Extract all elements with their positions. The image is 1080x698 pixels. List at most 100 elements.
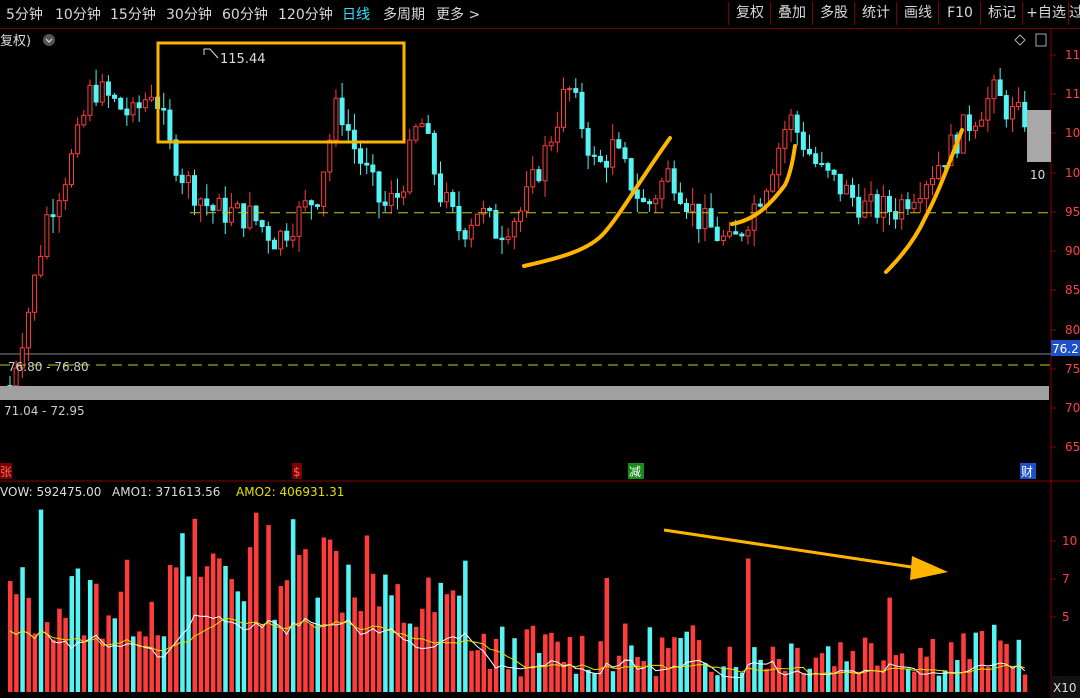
multi-stock-button[interactable]: 多股 (812, 2, 855, 25)
candle-body (800, 131, 806, 150)
candle-body (259, 220, 265, 228)
candle-body (204, 198, 210, 207)
candle-body (265, 226, 271, 241)
candles-group (7, 68, 1028, 395)
mark-button[interactable]: 标记 (980, 2, 1023, 25)
volume-bar (955, 660, 960, 692)
candle-body (850, 184, 856, 198)
volume-bar (856, 671, 862, 692)
volume-bar (413, 626, 419, 692)
volume-bar (426, 577, 431, 692)
volume-bar (869, 643, 874, 692)
candle-body (579, 91, 585, 130)
volume-bar (383, 574, 388, 692)
price-tick-label: 90 (1065, 244, 1080, 258)
candle-body (112, 94, 118, 99)
price-tick-label: 70 (1065, 401, 1080, 415)
stats-button[interactable]: 统计 (854, 2, 897, 25)
volume-bar (592, 673, 597, 692)
volume-bar (14, 594, 19, 692)
candle-body (782, 129, 788, 149)
candle-body (345, 124, 351, 131)
candle-body (542, 145, 548, 182)
candle-body (720, 235, 726, 242)
candle-body (573, 88, 579, 93)
candle-body (192, 175, 197, 206)
candle-body (130, 102, 136, 116)
draw-button[interactable]: 画线 (896, 2, 939, 25)
period-multi[interactable]: 多周期 (383, 4, 425, 24)
candle-body (628, 158, 634, 191)
volume-bar (284, 580, 290, 692)
volume-bar (229, 579, 234, 692)
price-tick-label: 85 (1065, 283, 1080, 297)
candle-body (431, 132, 437, 175)
volume-bar (81, 635, 87, 692)
volume-bar (210, 553, 216, 692)
candle-body (917, 198, 923, 203)
period-more[interactable]: 更多 > (436, 4, 480, 24)
add-watchlist-button[interactable]: +自选 (1022, 2, 1069, 25)
period-daily[interactable]: 日线 (342, 4, 370, 24)
event-marker-jian[interactable]: 减 (629, 465, 641, 479)
event-marker-zhang[interactable]: 张 (0, 465, 12, 479)
period-60min[interactable]: 60分钟 (222, 4, 268, 24)
window-icon[interactable] (1035, 33, 1047, 47)
volume-bar (260, 623, 265, 692)
candle-body (696, 203, 702, 230)
candle-body (561, 88, 566, 128)
candle-body (973, 125, 979, 132)
candle-body (401, 191, 407, 198)
volume-bar (930, 638, 935, 692)
candle-body (38, 255, 44, 276)
candle-body (856, 196, 862, 218)
period-10min[interactable]: 10分钟 (55, 4, 101, 24)
period-30min[interactable]: 30分钟 (166, 4, 212, 24)
volume-bar (358, 611, 364, 692)
fuquan-button[interactable]: 复权 (728, 2, 771, 25)
period-15min[interactable]: 15分钟 (110, 4, 156, 24)
stock-chart[interactable]: 复权) 11111010959085807570651075 76.80 - 7… (0, 28, 1080, 698)
candle-body (62, 184, 68, 202)
volume-bar (518, 676, 523, 692)
diamond-icon[interactable] (1014, 34, 1026, 46)
overflow-button[interactable]: 过 (1068, 2, 1080, 25)
volume-bar (401, 622, 407, 692)
volume-bar (530, 625, 536, 692)
event-marker-dollar[interactable]: $ (293, 465, 301, 479)
candle-body (142, 99, 148, 109)
legend-amo2: AMO2: 406931.31 (236, 485, 344, 499)
overlay-button[interactable]: 叠加 (770, 2, 813, 25)
candle-body (1003, 95, 1009, 120)
candle-body (585, 128, 591, 156)
candle-body (25, 311, 31, 349)
fuquan-label[interactable]: 复权) (0, 33, 31, 49)
event-marker-cai[interactable]: 财 (1021, 465, 1033, 479)
candle-body (530, 169, 536, 188)
period-5min[interactable]: 5分钟 (6, 4, 43, 24)
volume-bar (456, 595, 462, 692)
price-tick-label: 11 (1065, 48, 1080, 62)
candle-body (923, 184, 929, 200)
candle-body (50, 214, 56, 218)
dropdown-icon[interactable] (43, 34, 55, 46)
volume-bar (352, 597, 357, 692)
volume-bar (647, 627, 653, 692)
volume-bar (678, 638, 683, 692)
candle-body (462, 230, 468, 240)
candle-body (819, 162, 825, 165)
candle-body (880, 195, 886, 218)
price-tick-label: 11 (1065, 87, 1080, 101)
candle-body (770, 174, 776, 192)
volume-bars-group (8, 509, 1028, 692)
f10-button[interactable]: F10 (938, 2, 981, 25)
candle-body (554, 126, 560, 143)
volume-bar (143, 636, 148, 692)
volume-bar (536, 652, 542, 692)
candle-body (597, 155, 603, 162)
candle-body (118, 97, 124, 110)
period-120min[interactable]: 120分钟 (278, 4, 333, 24)
volume-bar (838, 642, 843, 692)
candle-body (813, 153, 819, 164)
volume-bar (524, 629, 530, 692)
